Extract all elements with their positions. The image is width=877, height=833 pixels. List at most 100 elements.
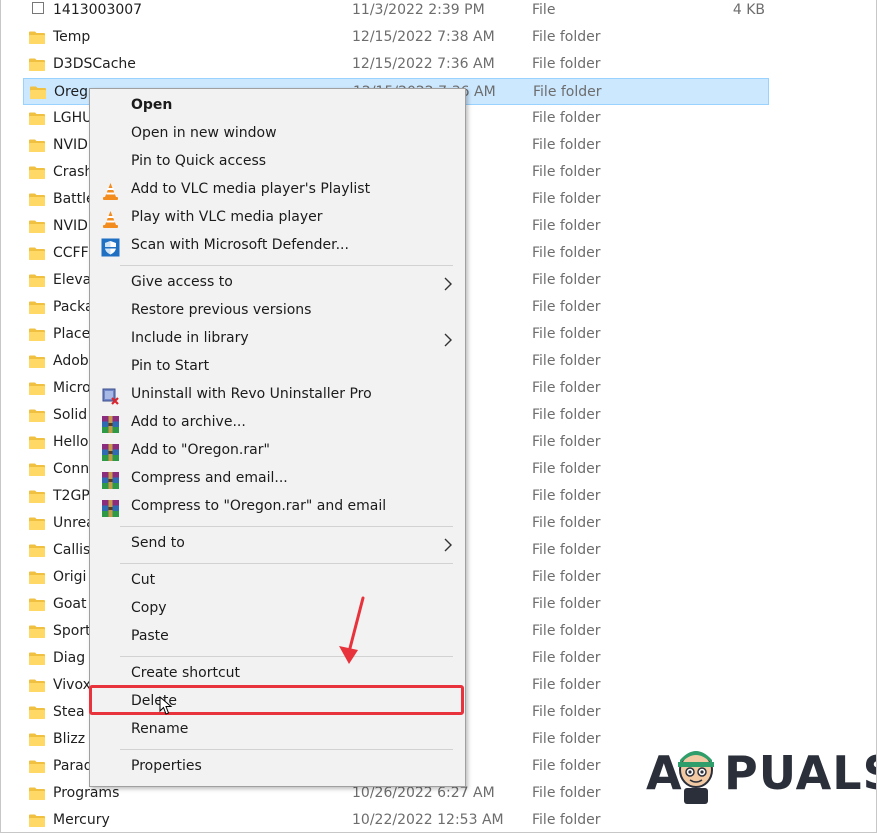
file-type: File folder	[532, 542, 601, 558]
menu-item-copy[interactable]: Copy	[90, 596, 465, 624]
file-name: CCFF	[53, 245, 89, 261]
menu-item-play-with-vlc-media-player[interactable]: Play with VLC media player	[90, 205, 465, 233]
file-name: Origi	[53, 569, 87, 585]
menu-item-pin-to-start[interactable]: Pin to Start	[90, 354, 465, 382]
menu-item-send-to[interactable]: Send to	[90, 531, 465, 559]
file-type: File	[532, 2, 556, 18]
file-type: File folder	[532, 677, 601, 693]
folder-icon	[29, 409, 45, 422]
file-name: Blizz	[53, 731, 86, 747]
menu-item-properties[interactable]: Properties	[90, 754, 465, 782]
file-type: File folder	[532, 731, 601, 747]
folder-icon	[29, 517, 45, 530]
folder-icon	[29, 679, 45, 692]
file-name: Temp	[53, 29, 91, 45]
folder-icon	[29, 706, 45, 719]
folder-icon	[29, 193, 45, 206]
file-type: File folder	[532, 623, 601, 639]
menu-item-label: Compress and email...	[131, 470, 288, 486]
menu-item-label: Add to VLC media player's Playlist	[131, 181, 371, 197]
file-type: File folder	[532, 164, 601, 180]
menu-item-pin-to-quick-access[interactable]: Pin to Quick access	[90, 149, 465, 177]
explorer-window: 1413003007 11/3/2022 2:39 PM File 4 KB Temp 1…	[0, 0, 877, 833]
menu-separator	[120, 526, 453, 527]
folder-icon	[29, 625, 45, 638]
file-name: Parad	[53, 758, 93, 774]
menu-item-compress-to-oregon-rar-and-email[interactable]: Compress to "Oregon.rar" and email	[90, 494, 465, 522]
file-type: File folder	[532, 380, 601, 396]
file-name: Oreg	[54, 84, 88, 100]
menu-item-label: Send to	[131, 535, 185, 551]
mouse-cursor-icon	[159, 696, 173, 715]
winrar-icon	[101, 443, 120, 462]
file-name: D3DSCache	[53, 56, 136, 72]
file-name: Goat	[53, 596, 87, 612]
file-type: File folder	[532, 191, 601, 207]
file-type: File folder	[532, 434, 601, 450]
folder-icon	[29, 733, 45, 746]
file-type: File folder	[532, 299, 601, 315]
file-type: File folder	[532, 461, 601, 477]
file-name: T2GP	[53, 488, 90, 504]
menu-item-add-to-oregon-rar[interactable]: Add to "Oregon.rar"	[90, 438, 465, 466]
menu-item-give-access-to[interactable]: Give access to	[90, 270, 465, 298]
menu-item-scan-with-microsoft-defender[interactable]: Scan with Microsoft Defender...	[90, 233, 465, 261]
file-type: File folder	[532, 407, 601, 423]
menu-item-label: Rename	[131, 721, 189, 737]
menu-item-label: Give access to	[131, 274, 233, 290]
menu-item-include-in-library[interactable]: Include in library	[90, 326, 465, 354]
menu-item-label: Restore previous versions	[131, 302, 312, 318]
folder-icon	[29, 814, 45, 827]
file-row[interactable]: Temp 12/15/2022 7:38 AM File folder	[23, 24, 769, 51]
file-type: File folder	[532, 353, 601, 369]
folder-icon	[29, 652, 45, 665]
file-name: Diag	[53, 650, 86, 666]
revo-uninstaller-icon	[101, 387, 120, 406]
watermark-text: PUALS	[724, 746, 876, 800]
menu-separator	[120, 656, 453, 657]
winrar-icon	[101, 415, 120, 434]
menu-item-cut[interactable]: Cut	[90, 568, 465, 596]
file-type: File folder	[532, 596, 601, 612]
menu-item-paste[interactable]: Paste	[90, 624, 465, 652]
file-name: 1413003007	[53, 2, 143, 18]
file-name: Hello	[53, 434, 89, 450]
menu-item-add-to-vlc-media-player-s-playlist[interactable]: Add to VLC media player's Playlist	[90, 177, 465, 205]
file-name: Programs	[53, 785, 120, 801]
folder-icon	[29, 787, 45, 800]
menu-item-label: Open in new window	[131, 125, 277, 141]
folder-icon	[29, 463, 45, 476]
menu-item-uninstall-with-revo-uninstaller-pro[interactable]: Uninstall with Revo Uninstaller Pro	[90, 382, 465, 410]
file-type: File folder	[532, 137, 601, 153]
file-type: File folder	[532, 650, 601, 666]
file-type: File folder	[532, 812, 601, 828]
menu-item-open-in-new-window[interactable]: Open in new window	[90, 121, 465, 149]
folder-icon	[29, 247, 45, 260]
file-name: Crash	[53, 164, 94, 180]
menu-item-rename[interactable]: Rename	[90, 717, 465, 745]
file-row[interactable]: 1413003007 11/3/2022 2:39 PM File 4 KB	[23, 0, 769, 24]
file-date-modified: 10/26/2022 6:27 AM	[352, 785, 495, 801]
file-name: Place	[53, 326, 91, 342]
folder-icon	[30, 86, 46, 99]
file-type: File folder	[532, 110, 601, 126]
folder-icon	[29, 382, 45, 395]
file-type: File folder	[532, 704, 601, 720]
folder-icon	[29, 301, 45, 314]
file-type: File folder	[532, 56, 601, 72]
appuals-watermark: A PUALS	[646, 744, 876, 808]
menu-item-open[interactable]: Open	[90, 93, 465, 121]
folder-icon	[29, 139, 45, 152]
file-name: Adob	[53, 353, 89, 369]
file-type: File folder	[532, 272, 601, 288]
menu-item-add-to-archive[interactable]: Add to archive...	[90, 410, 465, 438]
menu-item-label: Uninstall with Revo Uninstaller Pro	[131, 386, 372, 402]
folder-icon	[29, 112, 45, 125]
file-row[interactable]: D3DSCache 12/15/2022 7:36 AM File folder	[23, 51, 769, 78]
file-row[interactable]: Mercury 10/22/2022 12:53 AM File folder	[23, 807, 769, 832]
menu-item-restore-previous-versions[interactable]: Restore previous versions	[90, 298, 465, 326]
folder-icon	[29, 571, 45, 584]
menu-item-compress-and-email[interactable]: Compress and email...	[90, 466, 465, 494]
winrar-icon	[101, 471, 120, 490]
chevron-right-icon	[443, 333, 453, 347]
